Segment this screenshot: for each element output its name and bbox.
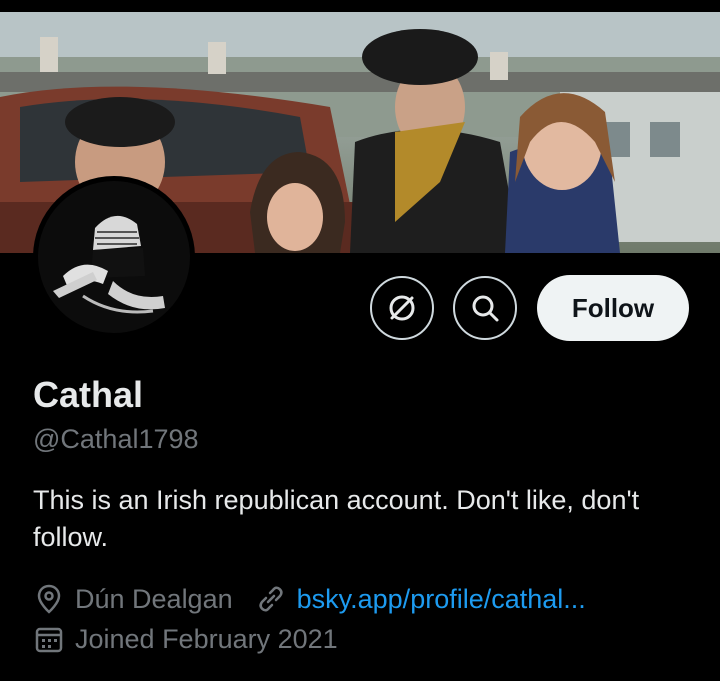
avatar-image [38,181,190,333]
search-button[interactable] [453,276,517,340]
profile-joined-row: Joined February 2021 [33,623,338,655]
calendar-icon [35,627,63,653]
profile-bio: This is an Irish republican account. Don… [33,485,640,552]
profile-handle: @Cathal1798 [33,424,199,454]
follow-button[interactable]: Follow [537,275,689,341]
search-icon [472,295,499,322]
top-strip [0,0,720,12]
location-icon [37,584,61,614]
profile-website-link[interactable]: bsky.app/profile/cathal... [297,584,586,615]
display-name: Cathal [33,374,144,415]
profile-avatar[interactable] [33,176,195,338]
block-button[interactable] [370,276,434,340]
profile-joined-date: Joined February 2021 [75,623,338,654]
block-icon [389,295,415,321]
link-icon [259,586,283,612]
profile-location: Dún Dealgan [75,583,233,614]
profile-meta-row: Dún Dealgan bsky.app/profile/cathal... [33,583,586,615]
